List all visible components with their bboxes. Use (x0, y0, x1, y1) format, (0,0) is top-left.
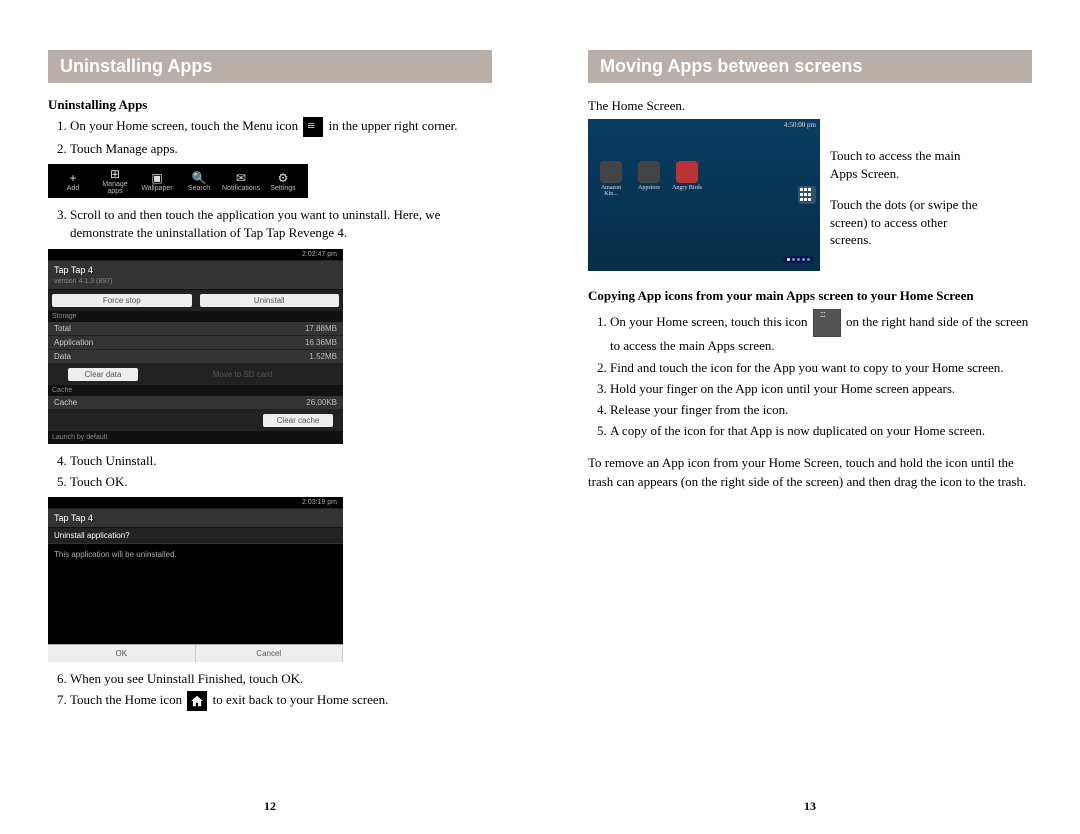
row-application: Application16.36MB (48, 336, 343, 350)
home-screen-row: 4:50:00 pm Amazon Kin... Appstore Angry … (588, 119, 1032, 271)
app-header-2: Tap Tap 4 (48, 508, 343, 528)
cancel-button[interactable]: Cancel (196, 645, 344, 662)
clear-data-button[interactable]: Clear data (68, 368, 138, 381)
tb-notifications: ✉Notifications (222, 171, 260, 192)
uninstall-button[interactable]: Uninstall (200, 294, 340, 307)
step-1-text-b: in the upper right corner. (329, 118, 458, 133)
page-number-12: 12 (0, 799, 540, 814)
launch-by-default-label: Launch by default (48, 431, 343, 444)
tb-manage-apps: ⊞Manage apps (96, 167, 134, 195)
step-4: Touch Uninstall. (70, 452, 492, 470)
apps-grid-button[interactable] (798, 186, 816, 204)
screenshot-uninstall-confirm: 2:03:19 pm Tap Tap 4 Uninstall applicati… (48, 497, 343, 662)
step-5: Touch OK. (70, 473, 492, 491)
tb-settings: ⚙Settings (264, 171, 302, 192)
app-header: Tap Tap 4 version 4.1.3 (897) (48, 260, 343, 290)
copy-step-3: Hold your finger on the App icon until y… (610, 380, 1032, 398)
page-number-13: 13 (540, 799, 1080, 814)
copy-step-4: Release your finger from the icon. (610, 401, 1032, 419)
uninstall-steps-3: Scroll to and then touch the application… (48, 206, 492, 242)
subheader-uninstalling: Uninstalling Apps (48, 97, 492, 113)
apps-grid-icon (813, 309, 841, 337)
confirm-body: This application will be uninstalled. (48, 544, 343, 644)
step-6: When you see Uninstall Finished, touch O… (70, 670, 492, 688)
copy-step-2: Find and touch the icon for the App you … (610, 359, 1032, 377)
home-icon (187, 691, 207, 711)
step-7: Touch the Home icon to exit back to your… (70, 691, 492, 711)
step-3: Scroll to and then touch the application… (70, 206, 492, 242)
section-header-uninstalling: Uninstalling Apps (48, 50, 492, 83)
page-13: Moving Apps between screens The Home Scr… (540, 0, 1080, 834)
home-screen-annotations: Touch to access the main Apps Screen. To… (830, 119, 990, 249)
app-angry-birds: Angry Birds (672, 161, 702, 197)
app-amazon-kindle: Amazon Kin... (596, 161, 626, 197)
tb-search: 🔍Search (180, 171, 218, 192)
row-total: Total17.88MB (48, 322, 343, 336)
app-appstore: Appstore (634, 161, 664, 197)
annotation-apps-screen: Touch to access the main Apps Screen. (830, 147, 990, 182)
move-sd-button: Move to SD card (142, 364, 343, 385)
screenshot-home-screen: 4:50:00 pm Amazon Kin... Appstore Angry … (588, 119, 820, 271)
uninstall-steps-4-5: Touch Uninstall. Touch OK. (48, 452, 492, 491)
screenshot-toolbar: +Add ⊞Manage apps ▣Wallpaper 🔍Search ✉No… (48, 164, 308, 198)
force-stop-button[interactable]: Force stop (52, 294, 192, 307)
section-header-moving: Moving Apps between screens (588, 50, 1032, 83)
step-2: Touch Manage apps. (70, 140, 492, 158)
cache-label: Cache (48, 385, 343, 396)
storage-label: Storage (48, 311, 343, 322)
row-cache: Cache26.00KB (48, 396, 343, 410)
status-bar: 2:02:47 pm (48, 249, 343, 260)
status-bar-2: 2:03:19 pm (48, 497, 343, 508)
screen-dots[interactable] (783, 256, 814, 263)
page-12: Uninstalling Apps Uninstalling Apps On y… (0, 0, 540, 834)
tb-add: +Add (54, 171, 92, 192)
copy-step-5: A copy of the icon for that App is now d… (610, 422, 1032, 440)
annotation-dots: Touch the dots (or swipe the screen) to … (830, 196, 990, 249)
copy-step-1: On your Home screen, touch this icon on … (610, 309, 1032, 355)
copy-step-1-text-a: On your Home screen, touch this icon (610, 314, 807, 329)
step-7-text-b: to exit back to your Home screen. (213, 692, 389, 707)
step-1-text-a: On your Home screen, touch the Menu icon (70, 118, 298, 133)
menu-icon (303, 117, 323, 137)
remove-icon-paragraph: To remove an App icon from your Home Scr… (588, 454, 1032, 490)
ok-button[interactable]: OK (48, 645, 196, 662)
uninstall-steps-6-7: When you see Uninstall Finished, touch O… (48, 670, 492, 711)
home-status-bar: 4:50:00 pm (588, 119, 820, 131)
step-1: On your Home screen, touch the Menu icon… (70, 117, 492, 137)
copy-steps: On your Home screen, touch this icon on … (588, 309, 1032, 440)
subheader-copying: Copying App icons from your main Apps sc… (588, 287, 1032, 305)
screenshot-app-detail: 2:02:47 pm Tap Tap 4 version 4.1.3 (897)… (48, 249, 343, 444)
step-7-text-a: Touch the Home icon (70, 692, 182, 707)
tb-wallpaper: ▣Wallpaper (138, 171, 176, 192)
clear-cache-button[interactable]: Clear cache (263, 414, 333, 427)
confirm-title: Uninstall application? (48, 528, 343, 544)
home-screen-label: The Home Screen. (588, 97, 1032, 115)
uninstall-steps: On your Home screen, touch the Menu icon… (48, 117, 492, 158)
row-data: Data1.52MB (48, 350, 343, 364)
